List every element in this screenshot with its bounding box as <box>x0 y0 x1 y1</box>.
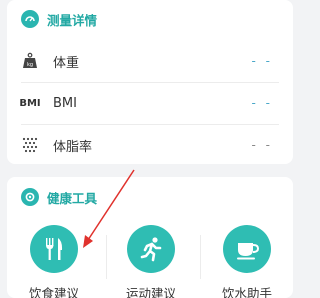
svg-text:kg: kg <box>27 62 33 68</box>
gauge-icon <box>21 10 39 28</box>
bmi-value: - - <box>251 96 273 110</box>
body-fat-label: 体脂率 <box>53 139 93 155</box>
health-tools-card: 健康工具 饮食建议 运动建议 饮水助手 <box>7 177 293 298</box>
weight-label: 体重 <box>53 55 80 71</box>
measurement-header: 测量详情 <box>21 7 97 31</box>
water-assistant-button[interactable]: 饮水助手 <box>212 225 282 298</box>
exercise-advice-label: 运动建议 <box>125 286 176 298</box>
health-tools-title: 健康工具 <box>47 190 98 206</box>
weight-scale-icon: kg <box>21 52 39 70</box>
body-fat-value: - - <box>251 138 273 152</box>
weight-row[interactable]: kg 体重 - - <box>7 40 293 82</box>
measurement-card: 测量详情 kg 体重 - - BMI BMI - - 体脂率 - - <box>7 0 293 164</box>
fork-knife-icon <box>30 225 78 273</box>
divider <box>106 235 107 279</box>
bmi-row[interactable]: BMI BMI - - <box>7 82 293 124</box>
bmi-label: BMI <box>53 95 77 111</box>
exercise-advice-button[interactable]: 运动建议 <box>116 225 186 298</box>
bmi-icon: BMI <box>19 97 41 109</box>
measurement-title: 测量详情 <box>47 12 98 28</box>
diet-advice-button[interactable]: 饮食建议 <box>19 225 89 298</box>
cup-icon <box>223 225 271 273</box>
health-tools-header: 健康工具 <box>21 185 97 209</box>
divider <box>200 235 201 279</box>
diet-advice-label: 饮食建议 <box>28 286 79 298</box>
body-fat-row[interactable]: 体脂率 - - <box>7 124 293 164</box>
water-assistant-label: 饮水助手 <box>221 286 272 298</box>
weight-value: - - <box>251 54 273 68</box>
body-fat-icon <box>21 136 39 154</box>
health-tools-icon <box>21 188 39 206</box>
running-person-icon <box>127 225 175 273</box>
